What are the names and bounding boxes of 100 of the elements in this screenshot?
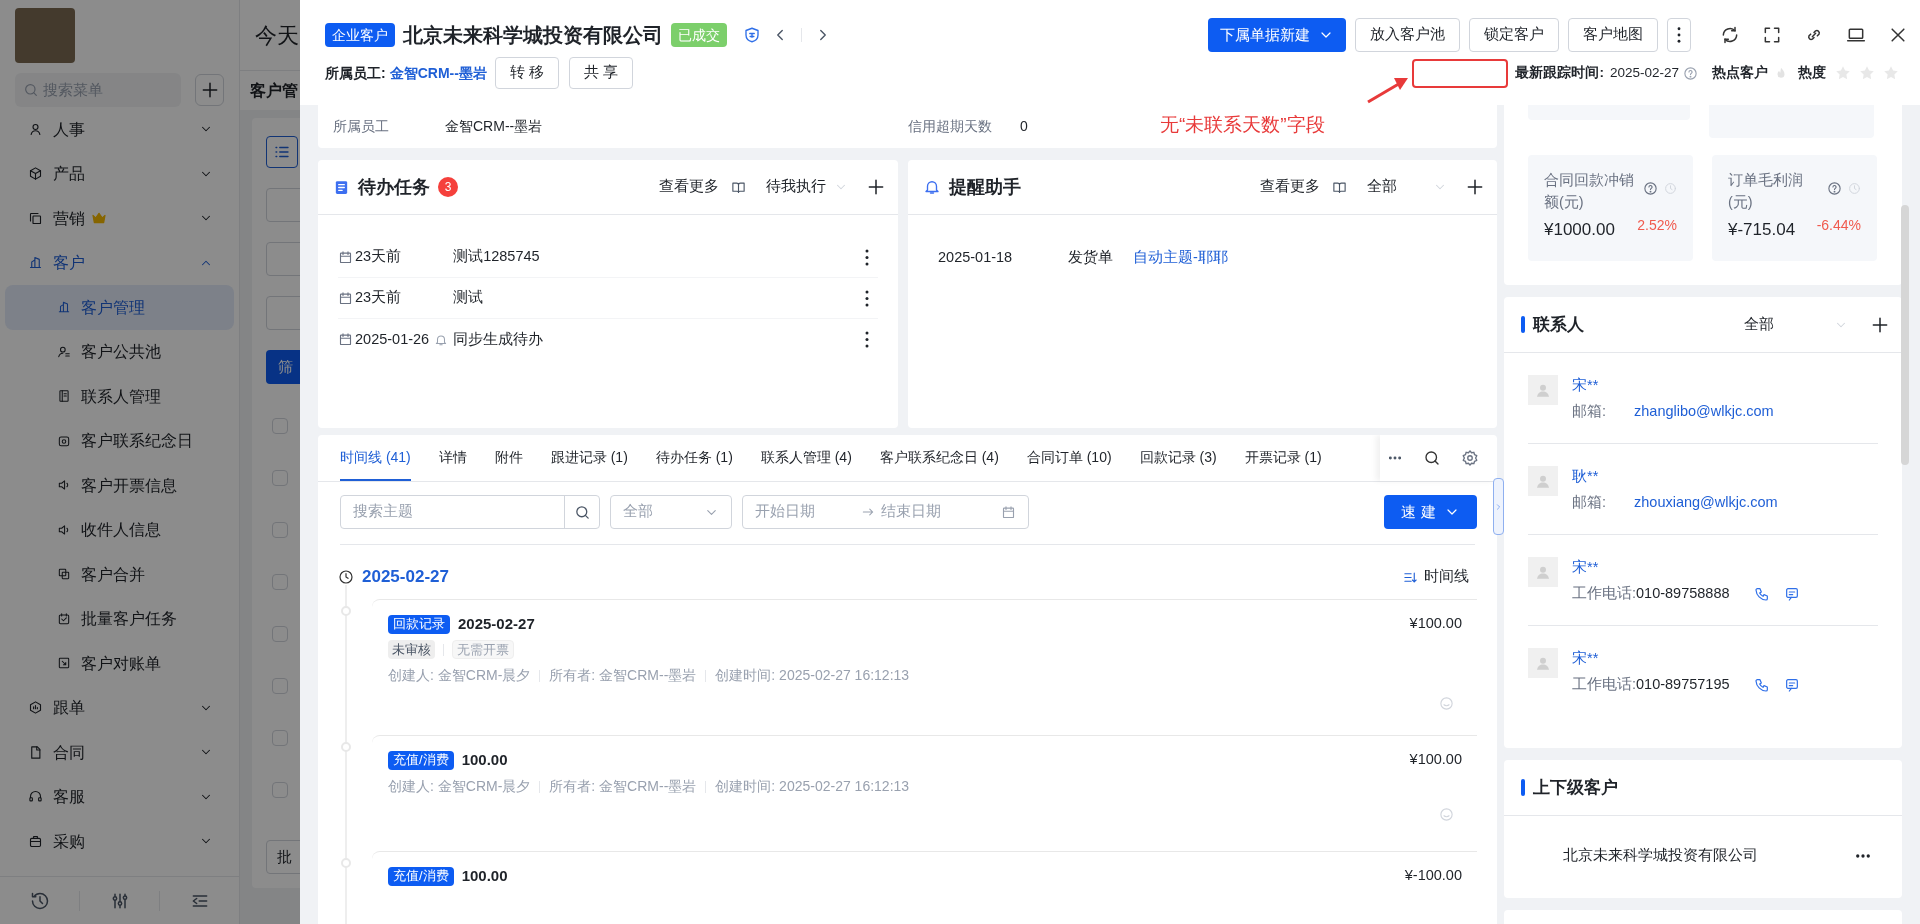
phone-icon[interactable] — [1753, 676, 1770, 693]
task-name[interactable]: 测试 — [453, 287, 484, 309]
submenu-item[interactable]: 批量客户任务 — [5, 596, 234, 641]
menu-item[interactable]: 产品 — [0, 151, 239, 196]
tab[interactable]: 跟进记录 (1) — [550, 435, 628, 481]
owner-action-button[interactable]: 共 享 — [568, 57, 633, 89]
stat-value: ¥1000.00 — [1544, 219, 1615, 241]
timeline-view-button[interactable]: 时间线 — [1403, 566, 1469, 588]
reminder-link[interactable]: 自动主题-耶耶 — [1133, 247, 1228, 269]
calendar-icon — [57, 433, 71, 448]
history-icon[interactable] — [29, 890, 50, 911]
tab[interactable]: 开票记录 (1) — [1244, 435, 1322, 481]
more-button[interactable] — [1667, 18, 1691, 52]
message-icon[interactable] — [1783, 676, 1800, 693]
tab[interactable]: 待办任务 (1) — [655, 435, 733, 481]
checkbox[interactable] — [272, 574, 288, 590]
contact-field-label: 工作电话: — [1572, 675, 1637, 694]
action-button[interactable]: 客户地图 — [1568, 18, 1658, 52]
submenu-item[interactable]: 收件人信息 — [5, 507, 234, 552]
date-range-field[interactable]: 开始日期 结束日期 — [742, 495, 1029, 529]
tab[interactable]: 详情 — [438, 435, 467, 481]
checkbox[interactable] — [272, 678, 288, 694]
tab[interactable]: 合同订单 (10) — [1026, 435, 1112, 481]
filter-select[interactable]: 全部 — [1367, 176, 1447, 198]
menu-item[interactable]: 客服 — [0, 774, 239, 819]
submenu-item[interactable]: 客户公共池 — [5, 329, 234, 374]
add-icon[interactable] — [866, 177, 886, 197]
field-value: 0 — [1020, 117, 1028, 136]
contact-name[interactable]: 宋** — [1572, 557, 1800, 577]
owner-link[interactable]: 金智CRM--墨岩 — [389, 62, 487, 84]
clock-icon — [1664, 182, 1677, 195]
calendar-icon — [1001, 504, 1016, 520]
scrollbar-thumb[interactable] — [1901, 205, 1909, 465]
help-icon — [1643, 181, 1658, 196]
collapse-handle[interactable] — [1493, 478, 1504, 535]
action-button[interactable]: 锁定客户 — [1469, 18, 1559, 52]
action-button[interactable]: 放入客户池 — [1355, 18, 1460, 52]
field-label: 信用超期天数 — [908, 117, 993, 136]
laptop-icon[interactable] — [1846, 25, 1866, 45]
filter-select[interactable]: 待我执行 — [766, 176, 848, 198]
quick-create-button[interactable]: 速 建 — [1384, 495, 1477, 529]
contact-name[interactable]: 宋** — [1572, 375, 1774, 395]
fullscreen-icon[interactable] — [1762, 25, 1782, 45]
checkbox[interactable] — [272, 418, 288, 434]
email-link[interactable]: zhouxiang@wlkjc.com — [1634, 492, 1778, 514]
menu-item[interactable]: 采购 — [0, 819, 239, 864]
menu-item[interactable]: 营销 — [0, 196, 239, 241]
message-icon[interactable] — [1783, 585, 1800, 602]
customer-name: 北京未来科学城投资有限公司 — [403, 23, 663, 48]
submenu-item[interactable]: 客户合并 — [5, 552, 234, 597]
squares-icon — [57, 567, 71, 582]
view-more-link[interactable]: 查看更多 — [659, 176, 719, 198]
submenu-item[interactable]: 联系人管理 — [5, 374, 234, 419]
search-icon[interactable] — [1423, 449, 1441, 467]
owner-action-button[interactable]: 转 移 — [494, 57, 559, 89]
submenu-item[interactable]: 客户对账单 — [5, 641, 234, 686]
menu-item[interactable]: 客户 — [0, 240, 239, 285]
checkbox[interactable] — [272, 522, 288, 538]
menu-item[interactable]: 合同 — [0, 730, 239, 775]
task-name[interactable]: 测试1285745 — [453, 246, 540, 268]
contact-filter-select[interactable]: 全部 — [1744, 313, 1848, 336]
view-more-link[interactable]: 查看更多 — [1260, 176, 1320, 198]
bell-icon — [923, 178, 941, 196]
end-date-input[interactable]: 结束日期 — [881, 501, 981, 523]
email-link[interactable]: zhanglibo@wlkjc.com — [1634, 401, 1774, 423]
calendar-icon — [338, 249, 353, 265]
search-field[interactable]: 搜索主题 — [340, 495, 600, 529]
avatar-placeholder — [1528, 466, 1558, 496]
checkbox[interactable] — [272, 626, 288, 642]
task-name[interactable]: 同步生成待办 — [453, 328, 544, 351]
phone-icon[interactable] — [1753, 585, 1770, 602]
submenu-item[interactable]: 客户联系纪念日 — [5, 418, 234, 463]
building-icon — [28, 255, 43, 271]
record-amount: ¥100.00 — [1409, 614, 1462, 634]
menu-item[interactable]: 跟单 — [0, 685, 239, 730]
avatar-placeholder — [1528, 557, 1558, 587]
reminder-date: 2025-01-18 — [938, 248, 1014, 268]
start-date-input[interactable]: 开始日期 — [755, 501, 855, 523]
contact-name[interactable]: 耿** — [1572, 466, 1778, 486]
checkbox[interactable] — [272, 470, 288, 486]
tab[interactable]: 联系人管理 (4) — [760, 435, 852, 481]
new-document-button[interactable]: 下属单据新建 — [1208, 18, 1346, 52]
menu-item[interactable]: 人事 — [0, 107, 239, 152]
settings-icon[interactable] — [1461, 449, 1479, 467]
contact-name[interactable]: 宋** — [1572, 648, 1800, 668]
tab[interactable]: 附件 — [494, 435, 523, 481]
search-input[interactable]: 搜索主题 — [341, 501, 564, 523]
arrow-right-icon — [861, 505, 875, 519]
list-view-button[interactable] — [266, 136, 298, 168]
task-list-icon — [333, 178, 350, 196]
submenu-item[interactable]: 客户管理 — [5, 285, 234, 330]
refresh-icon[interactable] — [1720, 25, 1740, 45]
add-button[interactable] — [195, 74, 224, 106]
submenu-item[interactable]: 客户开票信息 — [5, 463, 234, 508]
tab[interactable]: 回款记录 (3) — [1139, 435, 1217, 481]
tab[interactable]: 客户联系纪念日 (4) — [879, 435, 999, 481]
checkbox[interactable] — [272, 782, 288, 798]
add-icon[interactable] — [1465, 177, 1485, 197]
tab[interactable]: 时间线 (41) — [340, 435, 411, 481]
checkbox[interactable] — [272, 730, 288, 746]
